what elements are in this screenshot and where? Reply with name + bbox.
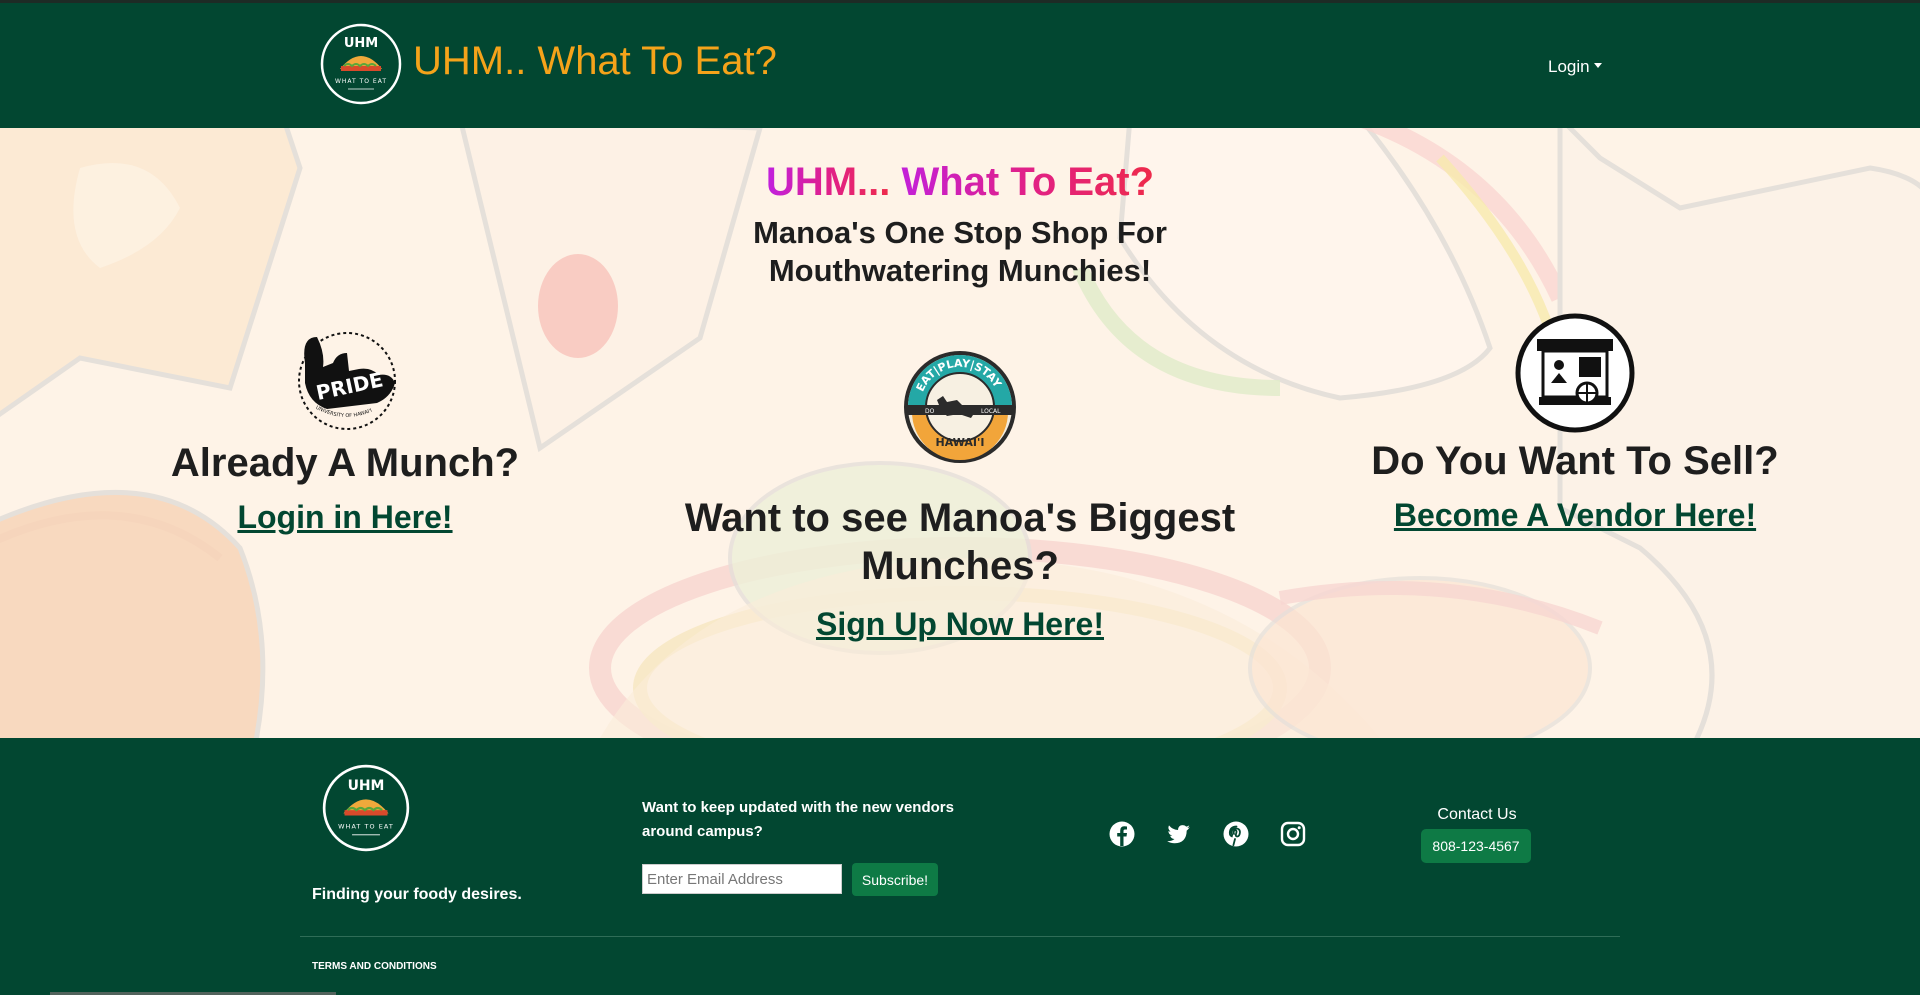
terms-link[interactable]: TERMS AND CONDITIONS bbox=[312, 961, 437, 972]
badge-left-text: DO bbox=[925, 408, 935, 415]
facebook-icon[interactable] bbox=[1108, 820, 1136, 848]
site-logo-icon[interactable]: UHM WHAT TO EAT bbox=[320, 23, 402, 105]
hero-subheading: Manoa's One Stop Shop For Mouthwatering … bbox=[753, 215, 1167, 288]
shaka-pride-icon: PRIDE UNIVERSITY OF HAWAI'I bbox=[298, 332, 396, 430]
newsletter-prompt: Want to keep updated with the new vendor… bbox=[642, 799, 954, 840]
twitter-icon[interactable] bbox=[1165, 820, 1193, 848]
phone-button[interactable]: 808-123-4567 bbox=[1421, 829, 1531, 863]
footer-logo-bottom-text: WHAT TO EAT bbox=[338, 822, 394, 830]
become-vendor-link[interactable]: Become A Vendor Here! bbox=[1394, 495, 1756, 535]
returning-user-title: Already A Munch? bbox=[170, 441, 520, 485]
hero-heading-part1: UHM... bbox=[765, 160, 891, 204]
hero-heading: UHM... What To Eat? bbox=[0, 158, 1920, 206]
vendor-card: Do You Want To Sell? Become A Vendor Her… bbox=[1330, 313, 1820, 535]
email-input[interactable] bbox=[642, 864, 842, 894]
footer-divider bbox=[300, 936, 1620, 937]
hero-section: UHM... What To Eat? Manoa's One Stop Sho… bbox=[0, 128, 1920, 738]
login-label: Login bbox=[1548, 57, 1590, 76]
site-title[interactable]: UHM.. What To Eat? bbox=[413, 37, 777, 85]
vendor-stand-icon bbox=[1515, 313, 1635, 433]
hero-heading-part2: What To Eat? bbox=[890, 160, 1155, 204]
login-dropdown[interactable]: Login bbox=[1548, 57, 1602, 77]
returning-user-card: PRIDE UNIVERSITY OF HAWAI'I Already A Mu… bbox=[100, 323, 590, 537]
badge-right-text: LOCAL bbox=[981, 408, 1001, 415]
caret-down-icon bbox=[1593, 63, 1602, 69]
new-user-title: Want to see Manoa's Biggest Munches? bbox=[684, 496, 1236, 588]
logo-top-text: UHM bbox=[344, 36, 378, 51]
footer: UHM WHAT TO EAT Finding your foody desir… bbox=[0, 738, 1920, 995]
pinterest-icon[interactable] bbox=[1222, 820, 1250, 848]
instagram-icon[interactable] bbox=[1279, 820, 1307, 848]
subscribe-button[interactable]: Subscribe! bbox=[852, 863, 938, 896]
badge-bottom-text: HAWAI'I bbox=[936, 436, 985, 449]
logo-bottom-text: WHAT TO EAT bbox=[335, 78, 387, 85]
footer-logo-top-text: UHM bbox=[348, 778, 385, 794]
contact-us-label: Contact Us bbox=[1437, 806, 1517, 823]
signup-link[interactable]: Sign Up Now Here! bbox=[816, 604, 1104, 644]
footer-logo-icon: UHM WHAT TO EAT bbox=[322, 764, 410, 852]
vendor-title: Do You Want To Sell? bbox=[1371, 439, 1779, 483]
new-user-card: EAT|PLAY|STAY DO LOCAL HAWAI'I Want to s… bbox=[660, 350, 1260, 644]
footer-tagline: Finding your foody desires. bbox=[312, 886, 522, 903]
eat-play-stay-badge-icon: EAT|PLAY|STAY DO LOCAL HAWAI'I bbox=[904, 351, 1016, 463]
login-link[interactable]: Login in Here! bbox=[237, 497, 452, 537]
navbar: UHM WHAT TO EAT UHM.. What To Eat? Login bbox=[0, 0, 1920, 128]
